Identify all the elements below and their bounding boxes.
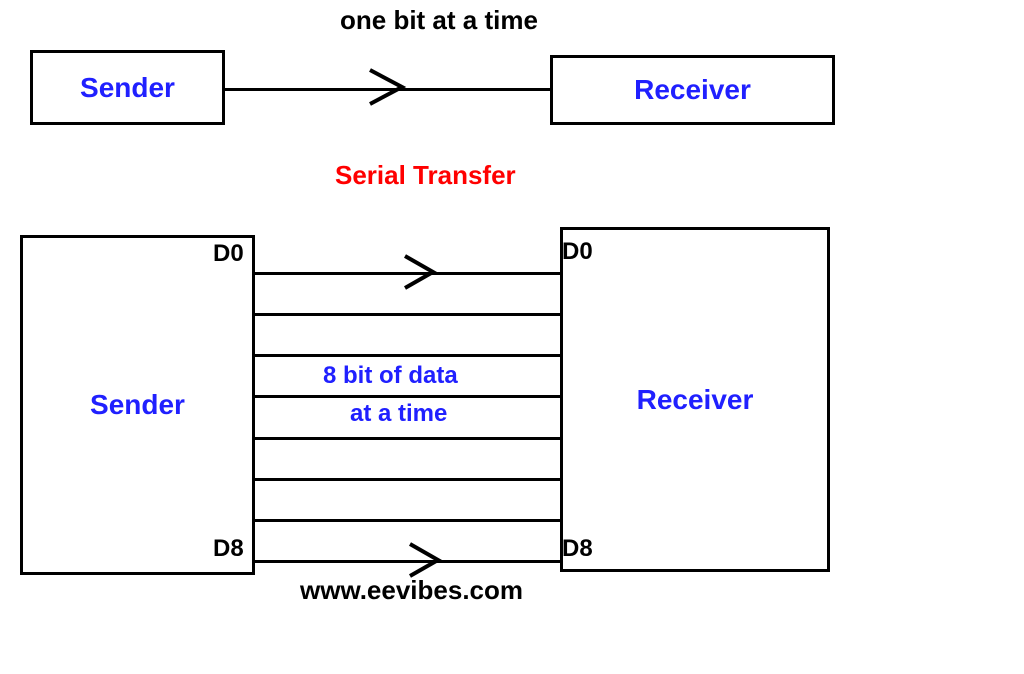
d0-left-label: D0	[213, 240, 244, 268]
serial-receiver-box: Receiver	[550, 55, 835, 125]
parallel-receiver-label: Receiver	[637, 384, 754, 416]
serial-receiver-label: Receiver	[634, 74, 751, 106]
parallel-center-text-2: at a time	[350, 400, 447, 428]
d8-right-label: D8	[562, 535, 593, 563]
parallel-sender-box: Sender	[20, 235, 255, 575]
parallel-line-4	[255, 437, 560, 440]
parallel-sender-label: Sender	[90, 389, 185, 421]
parallel-line-5	[255, 478, 560, 481]
serial-sender-label: Sender	[80, 72, 175, 104]
parallel-line-3	[255, 395, 560, 398]
d0-right-label: D0	[562, 238, 593, 266]
serial-transfer-title: Serial Transfer	[335, 160, 516, 191]
parallel-receiver-box: Receiver	[560, 227, 830, 572]
serial-arrowhead-icon	[360, 62, 420, 112]
parallel-top-arrowhead-icon	[395, 250, 445, 294]
d8-left-label: D8	[213, 535, 244, 563]
parallel-center-text-1: 8 bit of data	[323, 362, 458, 390]
footer-url: www.eevibes.com	[300, 575, 523, 606]
parallel-line-2	[255, 354, 560, 357]
serial-caption: one bit at a time	[340, 5, 538, 36]
parallel-line-1	[255, 313, 560, 316]
parallel-line-6	[255, 519, 560, 522]
serial-sender-box: Sender	[30, 50, 225, 125]
